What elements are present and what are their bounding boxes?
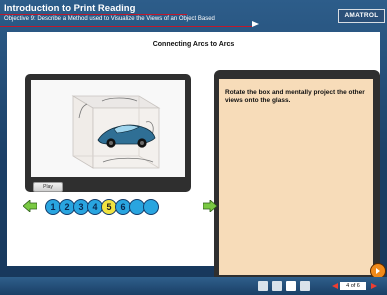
amatrol-logo: AMATROL bbox=[338, 9, 385, 23]
page-counter: 4 of 6 bbox=[340, 282, 366, 290]
step-8-button[interactable] bbox=[143, 199, 159, 215]
green-left-arrow-icon[interactable] bbox=[23, 200, 37, 212]
green-right-arrow-icon[interactable] bbox=[203, 200, 217, 212]
course-title: Introduction to Print Reading bbox=[4, 3, 136, 14]
instruction-frame: Rotate the box and mentally project the … bbox=[214, 70, 380, 282]
instruction-text: Rotate the box and mentally project the … bbox=[225, 89, 365, 104]
step-navigation: 1 2 3 4 5 6 bbox=[23, 198, 219, 216]
glass-box-car-illustration bbox=[31, 80, 185, 177]
print-icon[interactable] bbox=[286, 281, 296, 291]
objective-subtitle: Objective 9: Describe a Method used to V… bbox=[4, 16, 215, 22]
bottom-toolbar: 4 of 6 bbox=[0, 277, 387, 295]
glass-box-car-drawing bbox=[31, 80, 185, 177]
home-icon[interactable] bbox=[258, 281, 268, 291]
section-title: Connecting Arcs to Arcs bbox=[152, 41, 235, 48]
previous-page-icon[interactable] bbox=[332, 283, 338, 289]
instruction-panel: Rotate the box and mentally project the … bbox=[219, 79, 373, 275]
next-page-icon[interactable] bbox=[371, 283, 377, 289]
subtitle-arrow-icon bbox=[252, 21, 259, 27]
content-panel: Connecting Arcs to Arcs Play Rotate the … bbox=[7, 32, 380, 282]
title-rule bbox=[0, 14, 187, 15]
header: Introduction to Print Reading Objective … bbox=[0, 0, 387, 28]
subtitle-rule bbox=[0, 26, 252, 27]
application-window: Introduction to Print Reading Objective … bbox=[0, 0, 387, 295]
refresh-icon[interactable] bbox=[300, 281, 310, 291]
media-viewer: Play bbox=[25, 74, 191, 192]
play-button[interactable]: Play bbox=[33, 182, 63, 192]
glossary-icon[interactable] bbox=[272, 281, 282, 291]
